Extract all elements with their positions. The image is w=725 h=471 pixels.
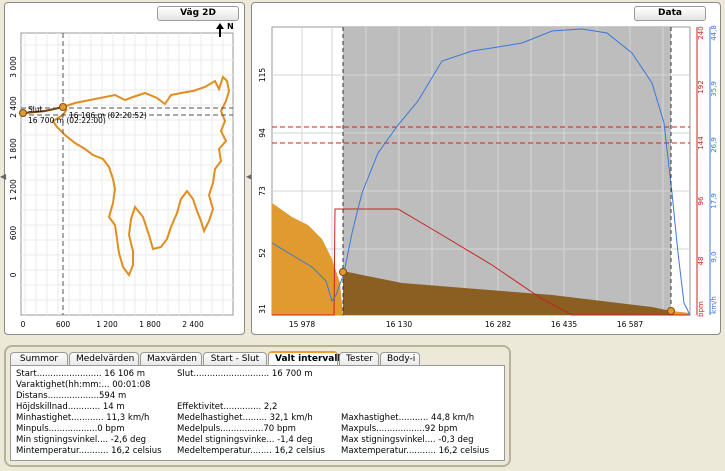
- distance-tick: 16 587: [617, 320, 643, 329]
- stat-minhastighet: Minhastighet............ 11,3 km/h: [16, 413, 150, 423]
- stat-maxpuls: Maxpuls..................92 bpm: [341, 424, 458, 434]
- statistics-tabs-area: Summor Medelvärden Maxvärden Start - Slu…: [4, 345, 511, 467]
- altitude-tick: 52: [258, 248, 267, 258]
- stat-distans: Distans...................594 m: [16, 391, 127, 401]
- start-marker: [19, 109, 27, 117]
- stat-medeltemp: Medeltemperatur........ 16,2 celsius: [177, 446, 325, 456]
- kmh-tick: 9,0: [710, 251, 718, 262]
- selection-band: [343, 27, 671, 315]
- stat-max-stigning: Max stigningsvinkel.... -0,3 deg: [341, 435, 474, 445]
- stat-start: Start........................ 16 106 m: [16, 369, 146, 379]
- altitude-tick: 115: [258, 68, 267, 83]
- tab-summor[interactable]: Summor: [10, 352, 68, 366]
- bpm-tick: 48: [697, 257, 705, 266]
- bpm-unit: bpm: [697, 301, 705, 317]
- valt-intervall-panel: Start........................ 16 106 m S…: [10, 365, 505, 461]
- bpm-tick: 96: [697, 196, 705, 205]
- y-tick: 600: [9, 226, 18, 241]
- kmh-tick: 44,8: [710, 25, 718, 41]
- x-tick: 0: [21, 320, 26, 329]
- altitude-tick: 31: [258, 304, 267, 314]
- tab-body-i[interactable]: Body-i: [380, 352, 420, 366]
- stat-maxtemp: Maxtemperatur........... 16,2 celsius: [341, 446, 490, 456]
- kmh-unit: km/h: [710, 296, 718, 314]
- y-tick: 1 200: [9, 179, 18, 201]
- north-label: N: [227, 22, 234, 31]
- slut-label: Slut: [28, 105, 43, 114]
- distance-tick: 16 282: [485, 320, 511, 329]
- route-map-panel: Väg 2D Slut 16 106 m (02:20:52) 16 700 m…: [4, 2, 245, 335]
- bpm-tick: 240: [697, 26, 705, 39]
- tab-start-slut[interactable]: Start - Slut: [203, 352, 267, 366]
- selection-end-handle: [667, 307, 675, 315]
- tab-medelvarden[interactable]: Medelvärden: [69, 352, 139, 366]
- tab-tester[interactable]: Tester: [339, 352, 379, 366]
- y-tick: 0: [9, 272, 18, 277]
- tab-valt-intervall[interactable]: Valt intervall: [268, 351, 341, 366]
- distance-tick: 15 978: [289, 320, 315, 329]
- kmh-tick: 35,9: [710, 81, 718, 97]
- stat-varaktighet: Varaktighet(hh:mm:... 00:01:08: [16, 380, 151, 390]
- x-tick: 1 200: [96, 320, 118, 329]
- stat-min-stigning: Min stigningsvinkel.... -2,6 deg: [16, 435, 147, 445]
- middle-splitter-arrow-icon[interactable]: ◀: [246, 171, 252, 183]
- stat-maxhastighet: Maxhastighet........... 44,8 km/h: [341, 413, 475, 423]
- stat-effektivitet: Effektivitet.............. 2,2: [177, 402, 278, 412]
- stat-medelpuls: Medelpuls................70 bpm: [177, 424, 296, 434]
- stat-mintemp: Mintemperatur........... 16,2 celsius: [16, 446, 162, 456]
- route-map-svg[interactable]: Slut 16 106 m (02:20:52) 16 700 m (02:22…: [5, 3, 246, 336]
- x-tick: 1 800: [139, 320, 161, 329]
- bpm-tick: 144: [697, 136, 705, 150]
- tab-strip: Summor Medelvärden Maxvärden Start - Slu…: [10, 351, 421, 366]
- end-distance-label: 16 700 m (02:22:00): [28, 116, 106, 125]
- data-graph-panel: Data 115 94 73 52 31 15 978 16 130 16 28…: [251, 2, 721, 335]
- stat-hojdskillnad: Höjdskillnad............ 14 m: [16, 402, 125, 412]
- data-graph-svg[interactable]: 115 94 73 52 31 15 978 16 130 16 282 16 …: [252, 3, 722, 336]
- x-tick: 600: [56, 320, 71, 329]
- distance-tick: 16 130: [386, 320, 412, 329]
- x-tick: 2 400: [182, 320, 204, 329]
- kmh-tick: 26,9: [710, 137, 718, 153]
- stat-slut: Slut............................ 16 700 …: [177, 369, 313, 379]
- y-tick: 2 400: [9, 96, 18, 118]
- altitude-tick: 94: [258, 128, 267, 138]
- distance-tick: 16 435: [551, 320, 577, 329]
- y-tick: 3 000: [9, 56, 18, 78]
- tab-maxvarden[interactable]: Maxvärden: [140, 352, 202, 366]
- selection-start-handle: [339, 268, 347, 276]
- stat-medel-stigning: Medel stigningsvinke... -1,4 deg: [177, 435, 313, 445]
- end-marker: [59, 103, 67, 111]
- stat-minpuls: Minpuls..................0 bpm: [16, 424, 125, 434]
- y-tick: 1 800: [9, 138, 18, 160]
- stat-medelhastighet: Medelhastighet......... 32,1 km/h: [177, 413, 313, 423]
- bpm-tick: 192: [697, 80, 705, 93]
- kmh-tick: 17,9: [710, 193, 718, 209]
- left-splitter-arrow-icon[interactable]: ◀: [0, 171, 6, 183]
- altitude-tick: 73: [258, 186, 267, 196]
